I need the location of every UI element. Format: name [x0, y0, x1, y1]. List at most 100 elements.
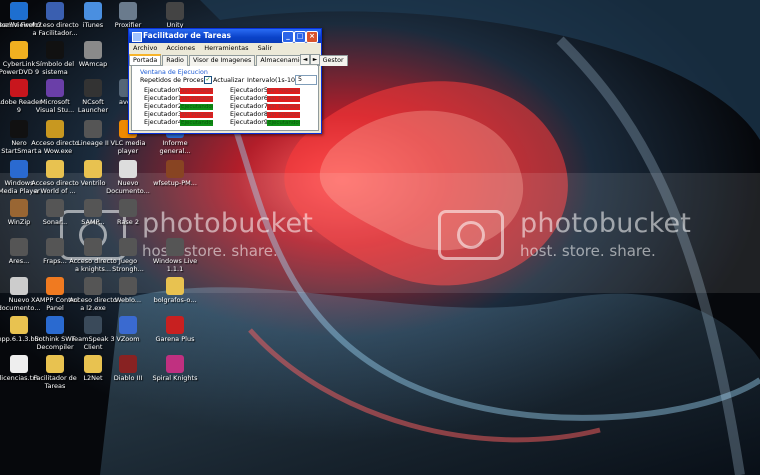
- tab-radio[interactable]: Radio: [162, 55, 188, 66]
- menu-acciones[interactable]: Acciones: [166, 44, 195, 52]
- desktop-icon[interactable]: Unity: [150, 2, 200, 30]
- spiral-knights-icon: [166, 355, 184, 373]
- shortcut-icon: [84, 277, 102, 295]
- tab-scroll: ◄ ►: [300, 54, 320, 65]
- desktop-icon[interactable]: Nuevo Documento...: [103, 160, 153, 195]
- executor-label: Ejecutador9:: [230, 119, 270, 126]
- wow-icon: [46, 120, 64, 138]
- executor-status: Sin Proceso: [180, 87, 213, 94]
- folder-icon: [166, 277, 184, 295]
- actualizar-checkbox[interactable]: ✓: [204, 76, 212, 84]
- powerdvd-icon: [10, 41, 28, 59]
- window-title: Facilitador de Tareas: [143, 31, 231, 40]
- menu-herramientas[interactable]: Herramientas: [204, 44, 248, 52]
- desktop-icon-label: Garena Plus: [155, 336, 195, 343]
- executor-label: Ejecutador3:: [144, 111, 184, 118]
- desktop-icon-label: Rase 2: [117, 219, 139, 226]
- camera-icon: [84, 41, 102, 59]
- ncsoft-icon: [84, 79, 102, 97]
- setup-icon: [166, 160, 184, 178]
- visual-studio-icon: [46, 79, 64, 97]
- folder-icon: [46, 355, 64, 373]
- tab-visor-de-imagenes[interactable]: Visor de Imagenes: [188, 55, 256, 66]
- desktop-icon-label: WAmcap: [78, 61, 108, 68]
- desktop-icon[interactable]: wfsetup-PM...: [150, 160, 200, 188]
- desktop-icon[interactable]: bolgrafos-o...: [150, 277, 200, 305]
- app-icon: [166, 238, 184, 256]
- desktop-icon-label: TeamViewer 7: [0, 22, 42, 29]
- desktop-icon[interactable]: VZoom: [103, 316, 153, 344]
- desktop-icon[interactable]: Rase 2: [103, 199, 153, 227]
- diablo-icon: [119, 355, 137, 373]
- title-bar[interactable]: Facilitador de Tareas _ □ ×: [129, 29, 321, 43]
- desktop-icon-label: Spiral Knights: [152, 375, 198, 382]
- tab-strip: Portada Radio Visor de Imagenes Almacena…: [129, 54, 348, 66]
- teamviewer-icon: [10, 2, 28, 20]
- minimize-button[interactable]: _: [282, 31, 294, 43]
- app-icon: [46, 199, 64, 217]
- menu-bar: Archivo Acciones Herramientas Salir: [129, 43, 321, 54]
- garena-icon: [166, 316, 184, 334]
- executor-status: Sin Proceso: [267, 87, 300, 94]
- cmd-icon: [46, 41, 64, 59]
- menu-archivo[interactable]: Archivo: [133, 44, 157, 52]
- text-file-icon: [119, 160, 137, 178]
- app-icon: [119, 238, 137, 256]
- interval-input[interactable]: 5: [295, 75, 317, 85]
- folder-icon: [84, 355, 102, 373]
- nero-icon: [10, 120, 28, 138]
- app-window: Facilitador de Tareas _ □ × Archivo Acci…: [128, 28, 348, 134]
- executor-label: Ejecutador7:: [230, 103, 270, 110]
- media-player-icon: [10, 160, 28, 178]
- shortcut-icon: [84, 238, 102, 256]
- executor-status: Sin Proceso: [267, 103, 300, 110]
- desktop-icon-label: Nuevo Documento...: [106, 180, 150, 195]
- app-icon: [132, 32, 142, 42]
- folder-icon: [10, 316, 28, 334]
- ventrilo-icon: [84, 160, 102, 178]
- desktop-icon[interactable]: Weblo...: [103, 277, 153, 305]
- desktop-icon[interactable]: Juego Strongh...: [103, 238, 153, 273]
- tab-scroll-right-button[interactable]: ►: [310, 54, 320, 65]
- menu-salir[interactable]: Salir: [258, 44, 272, 52]
- executor-status: Sin Proceso: [267, 95, 300, 102]
- desktop-icon-label: VLC media player: [110, 140, 146, 155]
- adobe-reader-icon: [10, 79, 28, 97]
- desktop-icon[interactable]: Spiral Knights: [150, 355, 200, 383]
- close-button[interactable]: ×: [306, 31, 318, 43]
- unity-icon: [166, 2, 184, 20]
- desktop-icon[interactable]: TeamViewer 7: [0, 2, 44, 30]
- desktop-icon-label: Juego Strongh...: [112, 258, 144, 273]
- desktop-icon[interactable]: Diablo III: [103, 355, 153, 383]
- tab-gestor[interactable]: Gestor: [318, 55, 348, 66]
- proxifier-icon: [119, 2, 137, 20]
- app-icon: [119, 199, 137, 217]
- executor-label: Ejecutador4:: [144, 119, 184, 126]
- folder-icon: [46, 160, 64, 178]
- desktop-icon-label: bolgrafos-o...: [153, 297, 197, 304]
- camera-icon: [438, 210, 504, 260]
- executor-label: Ejecutador0:: [144, 87, 184, 94]
- desktop-icon[interactable]: Windows Live 1.1.1: [150, 238, 200, 273]
- actualizar-label: Actualizar: [213, 77, 245, 84]
- desktop-icon[interactable]: WAmcap: [68, 41, 118, 69]
- executor-label: Ejecutador2:: [144, 103, 184, 110]
- lineage-icon: [84, 120, 102, 138]
- tab-scroll-left-button[interactable]: ◄: [300, 54, 310, 65]
- executor-status: Sin Proceso: [267, 111, 300, 118]
- desktop-icon[interactable]: Garena Plus: [150, 316, 200, 344]
- winzip-icon: [10, 199, 28, 217]
- desktop-icon-label: Weblo...: [114, 297, 142, 304]
- app-icon: [10, 238, 28, 256]
- desktop-icon-label: wfsetup-PM...: [153, 180, 197, 187]
- tab-portada[interactable]: Portada: [129, 54, 162, 65]
- app-icon: [119, 277, 137, 295]
- text-file-icon: [10, 355, 28, 373]
- desktop-icon-label: Windows Live 1.1.1: [152, 258, 198, 273]
- vzoom-icon: [119, 316, 137, 334]
- executor-label: Ejecutador5:: [230, 87, 270, 94]
- group-title: Ventana de Ejecucion: [140, 69, 208, 76]
- desktop-icon[interactable]: Proxifier: [103, 2, 153, 30]
- maximize-button[interactable]: □: [294, 31, 306, 43]
- itunes-icon: [84, 2, 102, 20]
